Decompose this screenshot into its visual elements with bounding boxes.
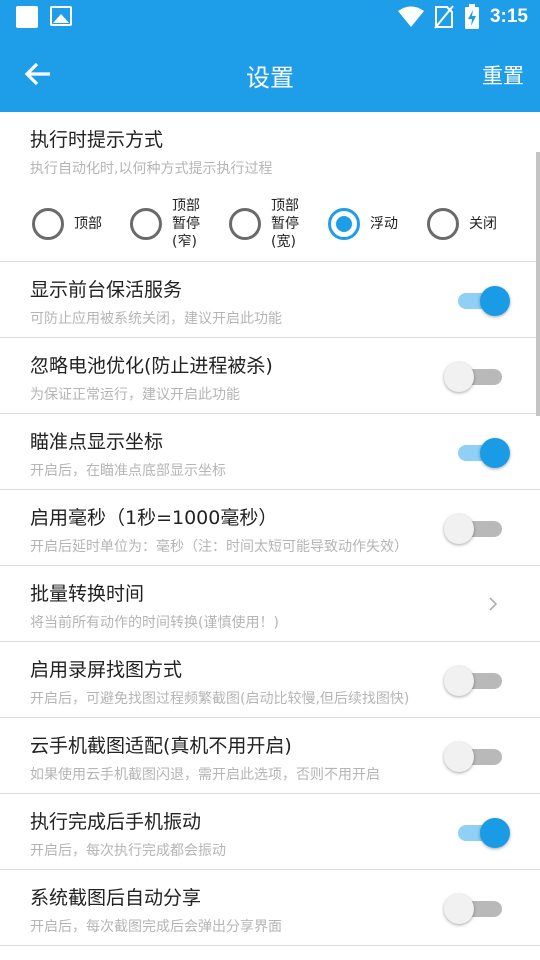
setting-toggle-switch[interactable]: [444, 666, 502, 696]
setting-subtitle: 为保证正常运行，建议开启此功能: [30, 387, 240, 403]
notify-option-label-line: 顶部: [271, 198, 299, 214]
notification-square-icon: [16, 6, 38, 28]
setting-title: 忽略电池优化(防止进程被杀): [30, 355, 273, 377]
setting-subtitle: 如果使用云手机截图闪退，需开启此选项，否则不用开启: [30, 767, 380, 783]
radio-circle-icon[interactable]: [130, 208, 162, 240]
setting-toggle-switch[interactable]: [444, 514, 502, 544]
setting-toggle-switch[interactable]: [456, 438, 510, 468]
image-notification-icon: [50, 6, 72, 26]
setting-row[interactable]: 显示前台保活服务可防止应用被系统关闭，建议开启此功能: [0, 262, 540, 338]
setting-subtitle: 开启后，每次截图完成后会弹出分享界面: [30, 919, 282, 935]
setting-subtitle: 开启后延时单位为：毫秒（注：时间太短可能导致动作失效）: [30, 539, 408, 555]
setting-title: 批量转换时间: [30, 583, 145, 605]
setting-subtitle: 开启后，每次执行完成都会振动: [30, 843, 226, 859]
setting-subtitle: 开启后，可避免找图过程频繁截图(启动比较慢,但后续找图快): [30, 691, 410, 707]
setting-subtitle: 开启后，在瞄准点底部显示坐标: [30, 463, 226, 479]
chevron-right-icon: [489, 597, 498, 611]
radio-circle-icon[interactable]: [427, 208, 459, 240]
setting-title: 启用录屏找图方式: [30, 659, 183, 681]
notify-option-label-line: (窄): [172, 234, 197, 250]
page-title: 设置: [246, 64, 294, 92]
setting-title: 显示前台保活服务: [30, 279, 183, 301]
notify-option-label: 浮动: [370, 215, 398, 233]
notify-option-label-line: 浮动: [370, 216, 398, 232]
notify-option-label-line: 顶部: [172, 198, 200, 214]
setting-row[interactable]: 批量转换时间将当前所有动作的时间转换(谨慎使用！): [0, 566, 540, 642]
toggle-knob: [444, 742, 474, 772]
notify-option-4[interactable]: 关闭: [427, 192, 497, 256]
setting-toggle-switch[interactable]: [444, 362, 502, 392]
setting-row[interactable]: 瞄准点显示坐标开启后，在瞄准点底部显示坐标: [0, 414, 540, 490]
setting-row[interactable]: 启用毫秒（1秒=1000毫秒） 开启后延时单位为：毫秒（注：时间太短可能导致动作失…: [0, 490, 540, 566]
notify-option-label-line: 关闭: [469, 216, 497, 232]
notify-option-2[interactable]: 顶部暂停 (宽): [229, 192, 299, 256]
clock-time: 3:15: [489, 6, 528, 27]
toggle-knob: [444, 894, 474, 924]
setting-title: 瞄准点显示坐标: [30, 431, 164, 453]
setting-row[interactable]: 启用录屏找图方式开启后，可避免找图过程频繁截图(启动比较慢,但后续找图快): [0, 642, 540, 718]
setting-row[interactable]: 执行完成后手机振动开启后，每次执行完成都会振动: [0, 794, 540, 870]
notify-option-label: 顶部: [74, 215, 102, 233]
setting-row[interactable]: 云手机截图适配(真机不用开启) 如果使用云手机截图闪退，需开启此选项，否则不用开启: [0, 718, 540, 794]
notify-option-label-line: (宽): [271, 234, 296, 250]
notify-option-label-line: 暂停: [172, 216, 200, 232]
setting-title: 云手机截图适配(真机不用开启): [30, 735, 292, 757]
radio-circle-icon[interactable]: [328, 208, 360, 240]
battery-charging-icon: [464, 4, 479, 29]
radio-circle-icon[interactable]: [229, 208, 261, 240]
setting-row[interactable]: 系统截图后自动分享开启后，每次截图完成后会弹出分享界面: [0, 870, 540, 946]
notify-mode-subtitle: 执行自动化时,以何种方式提示执行过程: [30, 161, 273, 177]
notify-mode-section: 执行时提示方式 执行自动化时,以何种方式提示执行过程 顶部 顶部 暂停 (窄) 顶部 暂停…: [0, 112, 540, 262]
setting-toggle-switch[interactable]: [444, 742, 502, 772]
setting-toggle-switch[interactable]: [456, 286, 510, 316]
notify-mode-radio-group: 顶部 顶部 暂停 (窄) 顶部 暂停 (宽) 浮动 关闭: [0, 192, 540, 256]
toggle-knob: [480, 286, 510, 316]
setting-title: 系统截图后自动分享: [30, 887, 202, 909]
toggle-knob: [480, 438, 510, 468]
notify-option-3[interactable]: 浮动: [328, 192, 398, 256]
reset-button[interactable]: 重置: [482, 60, 524, 90]
notify-option-label: 顶部暂停 (窄): [172, 197, 200, 251]
scrollbar[interactable]: [536, 152, 540, 416]
notify-mode-title: 执行时提示方式: [30, 129, 164, 151]
notify-option-0[interactable]: 顶部: [32, 192, 102, 256]
setting-subtitle: 可防止应用被系统关闭，建议开启此功能: [30, 311, 282, 327]
status-bar: 3:15: [0, 0, 540, 36]
notify-option-label-line: 暂停: [271, 216, 299, 232]
notify-option-1[interactable]: 顶部暂停 (窄): [130, 192, 200, 256]
no-sim-icon: [434, 5, 454, 29]
setting-toggle-switch[interactable]: [444, 894, 502, 924]
setting-row[interactable]: 忽略电池优化(防止进程被杀) 为保证正常运行，建议开启此功能: [0, 338, 540, 414]
setting-title: 执行完成后手机振动: [30, 811, 202, 833]
notify-option-label: 关闭: [469, 215, 497, 233]
radio-circle-icon[interactable]: [32, 208, 64, 240]
toggle-knob: [444, 666, 474, 696]
wifi-icon: [397, 6, 424, 27]
app-bar: 设置 重置: [0, 36, 540, 112]
toggle-knob: [444, 362, 474, 392]
setting-title: 启用毫秒（1秒=1000毫秒）: [30, 507, 278, 529]
notify-option-label-line: 顶部: [74, 216, 102, 232]
toggle-knob: [480, 818, 510, 848]
setting-subtitle: 将当前所有动作的时间转换(谨慎使用！): [30, 615, 279, 631]
toggle-knob: [444, 514, 474, 544]
notify-option-label: 顶部暂停 (宽): [271, 197, 299, 251]
setting-toggle-switch[interactable]: [456, 818, 510, 848]
settings-list: 执行时提示方式 执行自动化时,以何种方式提示执行过程 顶部 顶部 暂停 (窄) 顶部 暂停…: [0, 112, 540, 946]
